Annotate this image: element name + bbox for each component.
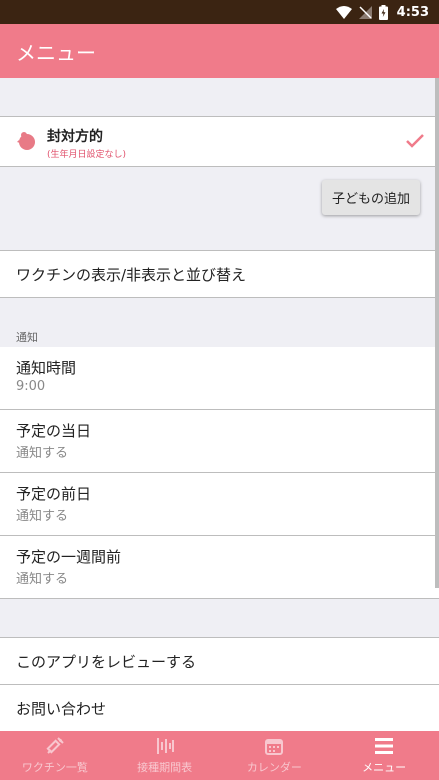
contact-item[interactable]: お問い合わせ [0,685,439,731]
tab-vaccine-list[interactable]: ワクチン一覧 [0,731,110,780]
list-item-value: 通知する [16,509,69,524]
notify-day-before-item[interactable]: 予定の前日 通知する [0,473,439,535]
tab-menu[interactable]: メニュー [329,731,439,780]
divider [0,166,439,167]
tab-schedule-chart[interactable]: 接種期間表 [110,731,220,780]
wifi-icon [335,5,352,19]
child-birthday: (生年月日設定なし) [47,150,127,160]
no-signal-icon [358,5,372,19]
tab-label: カレンダー [246,761,302,774]
add-child-button[interactable]: 子どもの追加 [322,180,420,215]
battery-icon [378,4,388,20]
section-notifications-label: 通知 [16,331,38,344]
tab-calendar[interactable]: カレンダー [220,731,330,780]
child-avatar-icon [17,132,35,150]
list-item-value: 通知する [16,446,69,461]
calendar-icon [265,739,284,755]
page-title: メニュー [16,40,96,65]
status-bar: 4:53 [0,0,439,24]
app-bar: メニュー [0,24,439,78]
syringe-icon [46,737,64,754]
divider [0,297,439,298]
child-item[interactable]: 封対方的 (生年月日設定なし) [0,117,439,166]
child-name: 封対方的 [47,129,103,145]
menu-icon [375,738,394,754]
menu-list[interactable]: 封対方的 (生年月日設定なし) 子どもの追加 ワクチンの表示/非表示と並び替え … [0,78,439,731]
status-time: 4:53 [396,4,429,20]
list-item-title: 予定の当日 [16,422,92,440]
list-item-title: 予定の一週間前 [16,548,122,566]
vaccine-visibility-item[interactable]: ワクチンの表示/非表示と並び替え [0,251,439,297]
divider [0,598,439,599]
bottom-navigation: ワクチン一覧 接種期間表 カレンダー メニュー [0,731,439,780]
vaccine-visibility-label: ワクチンの表示/非表示と並び替え [16,265,247,284]
notify-week-before-item[interactable]: 予定の一週間前 通知する [0,536,439,598]
tab-label: メニュー [362,761,407,774]
notification-time-item[interactable]: 通知時間 9:00 [0,347,439,409]
check-icon [406,134,424,148]
scrollbar[interactable] [435,78,439,588]
review-app-item[interactable]: このアプリをレビューする [0,638,439,684]
tab-label: 接種期間表 [137,761,193,774]
list-item-value: 通知する [16,572,69,587]
contact-label: お問い合わせ [16,699,107,718]
chart-icon [156,738,174,754]
list-item-value: 9:00 [16,379,46,394]
notify-same-day-item[interactable]: 予定の当日 通知する [0,410,439,472]
review-app-label: このアプリをレビューする [16,652,197,671]
list-item-title: 通知時間 [16,359,77,377]
tab-label: ワクチン一覧 [21,761,88,774]
list-item-title: 予定の前日 [16,485,92,503]
